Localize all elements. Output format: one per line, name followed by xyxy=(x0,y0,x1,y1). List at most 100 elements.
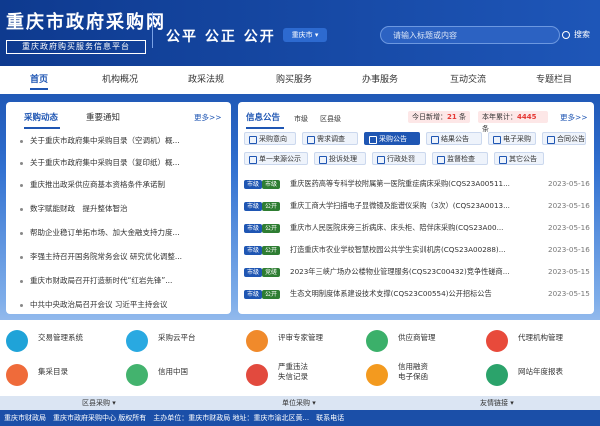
scope-district[interactable]: 区县级 xyxy=(320,114,341,124)
violation-record-icon xyxy=(246,364,268,386)
region-select[interactable]: 重庆市 ▾ xyxy=(283,28,327,42)
year-label: 本年累计： xyxy=(482,113,517,121)
quick-link-label: 严重违法 失信记录 xyxy=(278,362,308,381)
quick-link-cloud-platform[interactable]: 采购云平台 xyxy=(126,326,236,356)
row-date: 2023-05-16 xyxy=(548,245,590,254)
row-date: 2023-05-16 xyxy=(548,223,590,232)
row-title[interactable]: 重庆工商大学扫描电子显微镜及能谱仪采购（3次）(CQS23A0013... xyxy=(290,196,530,216)
today-unit: 条 xyxy=(458,113,466,121)
site-title[interactable]: 重庆市政府采购网 xyxy=(6,8,166,34)
search-input[interactable] xyxy=(393,27,543,43)
cat-complaint[interactable]: 投诉处理 xyxy=(314,152,366,165)
year-count-badge: 本年累计：4445 条 xyxy=(478,111,548,133)
announcement-title[interactable]: 信息公告 xyxy=(246,110,284,129)
row-date: 2023-05-16 xyxy=(548,179,590,188)
announcement-more-link[interactable]: 更多>> xyxy=(560,112,588,123)
cat-e-purchase[interactable]: 电子采购 xyxy=(488,132,536,145)
slogan: 公平 公正 公开 xyxy=(166,29,276,45)
type-badge: 公开 xyxy=(262,290,281,299)
tab-news[interactable]: 采购动态 xyxy=(24,110,60,129)
news-more-link[interactable]: 更多>> xyxy=(194,112,222,123)
nav-home[interactable]: 首页 xyxy=(30,66,49,94)
quick-link-label: 网站年度报表 xyxy=(518,367,563,376)
cat-purchase[interactable]: 采购公告 xyxy=(364,132,420,145)
nav-services[interactable]: 购买服务 xyxy=(276,66,312,94)
row-date: 2023-05-15 xyxy=(548,289,590,298)
quick-link-label: 采购云平台 xyxy=(158,333,196,342)
list-item[interactable]: 重庆推出政采供应商基本资格条件承诺制 xyxy=(6,176,231,194)
quick-link-expert-management[interactable]: 评审专家管理 xyxy=(246,326,356,356)
quick-link-annual-report[interactable]: 网站年度报表 xyxy=(486,360,596,390)
header: 重庆市政府采购网 重庆政府购买服务信息平台 公平 公正 公开 重庆市 ▾ 搜索 xyxy=(0,0,600,66)
quick-link-label: 集采目录 xyxy=(38,367,68,376)
footer-unit-purchase[interactable]: 单位采购 ▾ xyxy=(282,396,316,410)
level-badge: 市级 xyxy=(244,246,263,255)
row-date: 2023-05-16 xyxy=(548,201,590,210)
footer-friend-links[interactable]: 友情链接 ▾ xyxy=(480,396,514,410)
annual-report-icon xyxy=(486,364,508,386)
quick-link-credit-finance[interactable]: 信用融资 电子保函 xyxy=(366,360,476,390)
tab-notices[interactable]: 重要通知 xyxy=(86,110,122,126)
type-badge: 市级 xyxy=(262,180,281,189)
announcement-panel: 信息公告 市级 区县级 今日新增：21 条 本年累计：4445 条 更多>> 采… xyxy=(238,102,594,314)
table-row[interactable]: 市级 公开 重庆市人民医院床旁三折病床、床头柜、陪伴床采购(CQS23A00... 2… xyxy=(238,218,594,238)
today-count-badge: 今日新增：21 条 xyxy=(408,111,470,123)
level-badge: 市级 xyxy=(244,180,263,189)
cat-penalty[interactable]: 行政处罚 xyxy=(372,152,426,165)
list-item[interactable]: 关于重庆市政府集中采购目录（空调机）概... xyxy=(6,132,231,150)
nav-laws[interactable]: 政采法规 xyxy=(188,66,224,94)
table-row[interactable]: 市级 公开 打造重庆市农业学校智慧校园公共学生实训机房(CQS23A00288)..… xyxy=(238,240,594,260)
row-title[interactable]: 打造重庆市农业学校智慧校园公共学生实训机房(CQS23A00288)... xyxy=(290,240,530,260)
cat-survey[interactable]: 需求调查 xyxy=(302,132,358,145)
table-row[interactable]: 市级 市级 重庆医药高等专科学校附属第一医院重症病床采购(CQS23A00511..… xyxy=(238,174,594,194)
catalog-icon xyxy=(6,364,28,386)
list-item[interactable]: 关于重庆市政府集中采购目录（复印纸）概... xyxy=(6,154,231,172)
table-row[interactable]: 市级 公开 重庆工商大学扫描电子显微镜及能谱仪采购（3次）(CQS23A0013..… xyxy=(238,196,594,216)
agency-management-icon xyxy=(486,330,508,352)
nav-about[interactable]: 机构概况 xyxy=(102,66,138,94)
quick-link-label: 信用中国 xyxy=(158,367,188,376)
row-title[interactable]: 重庆医药高等专科学校附属第一医院重症病床采购(CQS23A00511... xyxy=(290,174,530,194)
quick-link-trading-system[interactable]: 交易管理系统 xyxy=(6,326,116,356)
row-title[interactable]: 2023年三峡广场办公楼物业管理服务(CQS23C00432)竞争性磋商... xyxy=(290,262,530,282)
quick-link-catalog[interactable]: 集采目录 xyxy=(6,360,116,390)
list-item[interactable]: 李强主持召开国务院常务会议 研究优化调整... xyxy=(6,248,231,266)
list-item[interactable]: 数字赋能财政 提升整体智治 xyxy=(6,200,231,218)
list-item[interactable]: 重庆市财政局召开打造新时代“红岩先锋”... xyxy=(6,272,231,290)
list-item[interactable]: 中共中央政治局召开会议 习近平主持会议 xyxy=(6,296,231,314)
today-count: 21 xyxy=(447,113,457,121)
level-badge: 市级 xyxy=(244,202,263,211)
cloud-platform-icon xyxy=(126,330,148,352)
cat-contract[interactable]: 合同公告 xyxy=(542,132,586,145)
nav-affairs[interactable]: 办事服务 xyxy=(362,66,398,94)
row-title[interactable]: 重庆市人民医院床旁三折病床、床头柜、陪伴床采购(CQS23A00... xyxy=(290,218,530,238)
table-row[interactable]: 市级 竞磋 2023年三峡广场办公楼物业管理服务(CQS23C00432)竞争性磋商… xyxy=(238,262,594,282)
footer-district-purchase[interactable]: 区县采购 ▾ xyxy=(82,396,116,410)
search-button[interactable]: 搜索 xyxy=(562,28,596,42)
quick-link-label: 代理机构管理 xyxy=(518,333,563,342)
main-nav: 首页 机构概况 政采法规 购买服务 办事服务 互动交流 专题栏目 xyxy=(0,66,600,94)
news-panel: 采购动态 重要通知 更多>> 关于重庆市政府集中采购目录（空调机）概... 关于… xyxy=(6,102,231,314)
supplier-management-icon xyxy=(366,330,388,352)
footer-links: 区县采购 ▾ 单位采购 ▾ 友情链接 ▾ xyxy=(0,396,600,410)
year-count: 4445 xyxy=(517,113,537,121)
cat-other[interactable]: 其它公告 xyxy=(494,152,544,165)
nav-topics[interactable]: 专题栏目 xyxy=(536,66,572,94)
cat-intention[interactable]: 采购意向 xyxy=(244,132,296,145)
quick-link-supplier-management[interactable]: 供应商管理 xyxy=(366,326,476,356)
table-row[interactable]: 市级 公开 生态文明制度体系建设技术支撑(CQS23C00554)公开招标公告 202… xyxy=(238,284,594,304)
cat-single-source[interactable]: 单一来源公示 xyxy=(244,152,308,165)
nav-interaction[interactable]: 互动交流 xyxy=(450,66,486,94)
cat-result[interactable]: 结果公告 xyxy=(426,132,482,145)
quick-link-label: 评审专家管理 xyxy=(278,333,323,342)
today-label: 今日新增： xyxy=(412,113,447,121)
row-title[interactable]: 生态文明制度体系建设技术支撑(CQS23C00554)公开招标公告 xyxy=(290,284,530,304)
scope-city[interactable]: 市级 xyxy=(294,114,308,124)
quick-link-credit-china[interactable]: 信用中国 xyxy=(126,360,236,390)
type-badge: 竞磋 xyxy=(262,268,281,277)
quick-link-violation-record[interactable]: 严重违法 失信记录 xyxy=(246,360,356,390)
site-subtitle: 重庆政府购买服务信息平台 xyxy=(6,40,146,54)
list-item[interactable]: 帮助企业稳订单拓市场、加大金融支持力度... xyxy=(6,224,231,242)
cat-inspection[interactable]: 监督检查 xyxy=(432,152,488,165)
quick-link-agency-management[interactable]: 代理机构管理 xyxy=(486,326,596,356)
